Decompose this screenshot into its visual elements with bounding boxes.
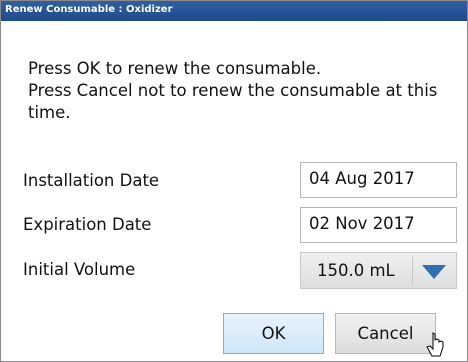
installation-date-field[interactable]: 04 Aug 2017 xyxy=(300,162,457,198)
initial-volume-dropdown[interactable]: 150.0 mL xyxy=(300,252,457,289)
message-text: Press OK to renew the consumable. Press … xyxy=(28,58,458,124)
ok-button[interactable]: OK xyxy=(223,313,324,354)
dropdown-divider xyxy=(412,257,413,285)
chevron-down-icon[interactable] xyxy=(420,263,448,281)
title-bar[interactable]: Renew Consumable : Oxidizer xyxy=(1,1,467,21)
message-line-1: Press OK to renew the consumable. xyxy=(28,59,322,78)
message-line-2: Press Cancel not to renew the consumable… xyxy=(28,81,438,100)
initial-volume-value: 150.0 mL xyxy=(317,261,395,280)
renew-consumable-dialog: Renew Consumable : Oxidizer Press OK to … xyxy=(0,0,468,362)
expiration-date-field[interactable]: 02 Nov 2017 xyxy=(300,207,457,243)
message-line-3: time. xyxy=(28,103,71,122)
initial-volume-label: Initial Volume xyxy=(23,260,136,279)
mouse-pointer-icon xyxy=(426,332,444,357)
installation-date-label: Installation Date xyxy=(23,171,160,190)
expiration-date-label: Expiration Date xyxy=(23,215,152,234)
dialog-title: Renew Consumable : Oxidizer xyxy=(5,4,173,15)
cancel-button[interactable]: Cancel xyxy=(335,313,436,354)
